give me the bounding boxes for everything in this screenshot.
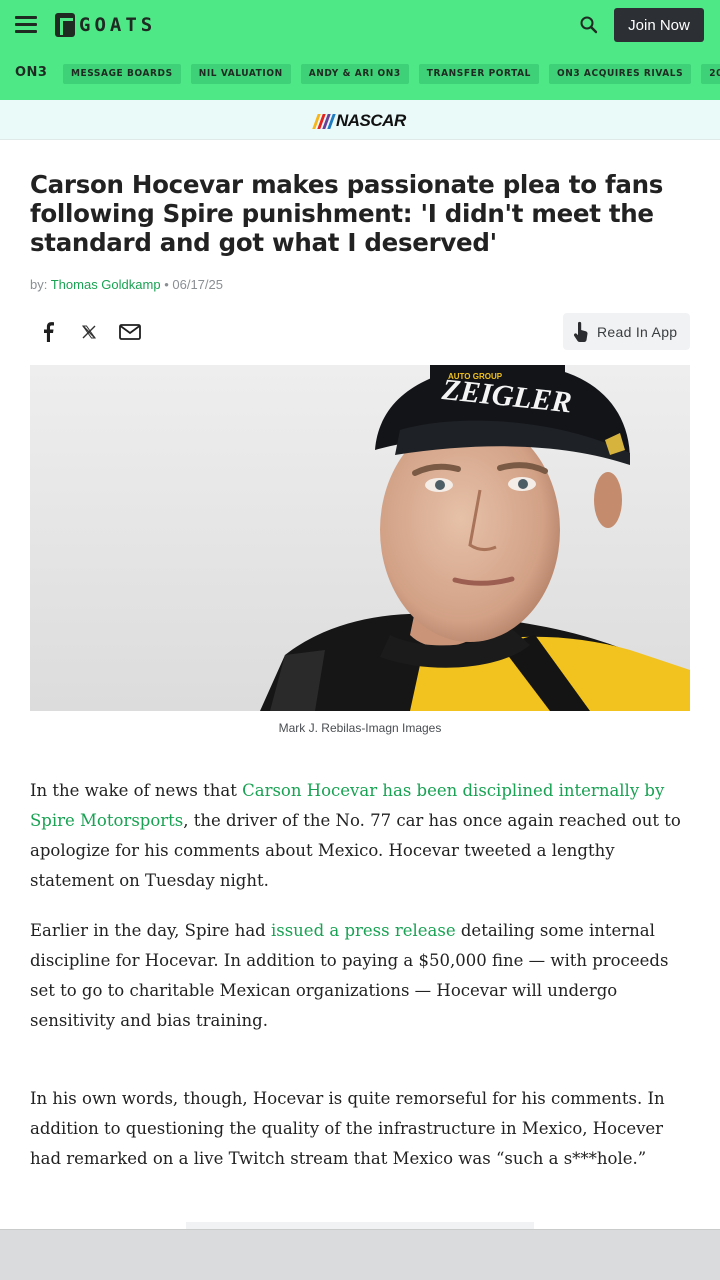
on3-network-logo[interactable]: ON3	[15, 65, 47, 80]
press-release-link[interactable]: issued a press release	[271, 921, 456, 940]
nav-item-message-boards[interactable]: MESSAGE BOARDS	[63, 64, 181, 84]
site-logo[interactable]: GOATS	[55, 12, 156, 38]
driver-portrait-illustration: AUTO GROUP ZEIGLER	[30, 365, 690, 711]
nav-item-on3-acquires-rivals[interactable]: ON3 ACQUIRES RIVALS	[548, 64, 692, 84]
author-link[interactable]: Thomas Goldkamp	[51, 277, 161, 292]
nascar-logo[interactable]: NASCAR	[312, 111, 406, 131]
read-in-app-label: Read In App	[597, 323, 678, 340]
x-twitter-icon[interactable]	[71, 314, 107, 350]
read-in-app-button[interactable]: Read In App	[563, 313, 690, 350]
tap-hand-icon	[573, 321, 589, 343]
site-header: GOATS Join Now ON3 MESSAGE BOARDS NIL VA…	[0, 0, 720, 100]
byline-prefix: by:	[30, 277, 48, 292]
nascar-stripes-icon	[312, 113, 336, 129]
publish-date: 06/17/25	[172, 277, 223, 292]
article-hero-image: AUTO GROUP ZEIGLER	[30, 365, 690, 711]
join-now-button[interactable]: Join Now	[614, 8, 704, 42]
article-paragraph-3: In his own words, though, Hocevar is qui…	[30, 1089, 665, 1168]
nascar-label: NASCAR	[336, 111, 406, 130]
nav-item-transfer-portal[interactable]: TRANSFER PORTAL	[418, 64, 539, 84]
hamburger-menu-icon[interactable]	[15, 16, 37, 34]
article-paragraph-2: Earlier in the day, Spire had issued a p…	[30, 916, 692, 1036]
paragraph-text: In the wake of news that	[30, 781, 243, 800]
image-caption: Mark J. Rebilas-Imagn Images	[278, 721, 442, 735]
top-nav: ON3 MESSAGE BOARDS NIL VALUATION ANDY & …	[0, 62, 720, 86]
sticky-ad-bar[interactable]	[0, 1229, 720, 1280]
nav-item-nil-valuation[interactable]: NIL VALUATION	[190, 64, 291, 84]
share-bar	[30, 314, 153, 350]
nav-item-andy-ari[interactable]: ANDY & ARI ON3	[300, 64, 409, 84]
facebook-icon[interactable]	[30, 314, 66, 350]
article-headline: Carson Hocevar makes passionate plea to …	[30, 170, 663, 257]
goats-logo-mark	[55, 13, 75, 37]
article-paragraph-1: In the wake of news that Carson Hocevar …	[30, 776, 692, 896]
sport-banner: NASCAR	[0, 100, 720, 140]
byline-separator: •	[164, 277, 169, 292]
search-icon[interactable]	[578, 14, 600, 36]
nav-item-2026[interactable]: 2026 ON3	[701, 64, 720, 84]
nav-items: MESSAGE BOARDS NIL VALUATION ANDY & ARI …	[63, 64, 720, 84]
paragraph-text: Earlier in the day, Spire had	[30, 921, 271, 940]
byline: by: Thomas Goldkamp • 06/17/25	[30, 277, 223, 292]
logo-text: GOATS	[79, 14, 157, 36]
email-icon[interactable]	[112, 314, 148, 350]
